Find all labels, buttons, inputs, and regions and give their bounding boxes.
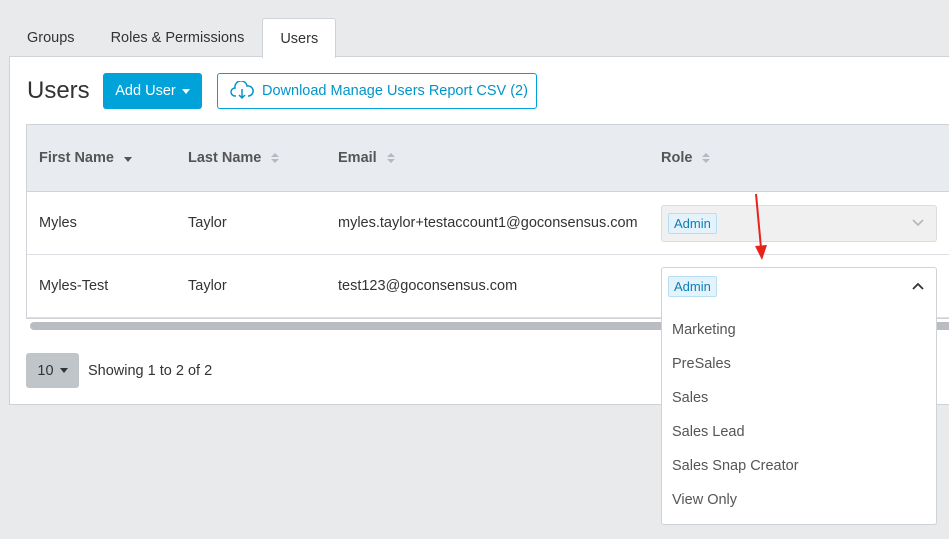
- sort-icon: [702, 153, 711, 163]
- cell-first-name: Myles: [39, 215, 77, 231]
- caret-down-icon: [181, 88, 190, 94]
- role-option-marketing[interactable]: Marketing: [662, 313, 936, 347]
- column-header-label: Last Name: [188, 150, 262, 166]
- column-header-email[interactable]: Email: [338, 150, 395, 166]
- download-report-button[interactable]: Download Manage Users Report CSV (2): [217, 73, 537, 109]
- cell-last-name: Taylor: [188, 215, 227, 231]
- caret-down-icon: [59, 368, 68, 373]
- cell-first-name: Myles-Test: [39, 278, 109, 294]
- annotation-arrow-icon: [755, 193, 767, 260]
- role-option-presales[interactable]: PreSales: [662, 347, 936, 381]
- cloud-download-icon: [230, 81, 254, 100]
- role-dropdown-menu: Marketing PreSales Sales Sales Lead Sale…: [661, 304, 937, 525]
- chevron-up-icon: [912, 282, 924, 290]
- add-user-label: Add User: [115, 83, 176, 99]
- column-header-label: Role: [661, 150, 693, 166]
- page-size-label: 10: [37, 362, 54, 379]
- role-option-sales-lead[interactable]: Sales Lead: [662, 415, 936, 449]
- sort-icon: [386, 153, 395, 163]
- sort-icon: [271, 153, 280, 163]
- role-select-disabled: Admin: [661, 204, 937, 242]
- tab-roles-permissions[interactable]: Roles & Permissions: [93, 18, 263, 57]
- sort-desc-icon: [123, 157, 132, 162]
- page-title: Users: [27, 77, 90, 104]
- role-badge: Admin: [668, 212, 717, 234]
- add-user-button[interactable]: Add User: [103, 73, 202, 109]
- column-header-first-name[interactable]: First Name: [39, 150, 132, 166]
- role-badge: Admin: [668, 275, 717, 297]
- chevron-down-icon: [912, 219, 924, 227]
- column-header-role[interactable]: Role: [661, 150, 711, 166]
- pagination-info: Showing 1 to 2 of 2: [88, 363, 213, 379]
- download-report-label: Download Manage Users Report CSV (2): [262, 83, 528, 99]
- column-header-label: Email: [338, 150, 377, 166]
- cell-last-name: Taylor: [188, 278, 227, 294]
- tab-bar: Groups Roles & Permissions Users: [9, 18, 337, 58]
- cell-email: myles.taylor+testaccount1@goconsensus.co…: [338, 215, 638, 231]
- column-header-label: First Name: [39, 150, 114, 166]
- table-header: First Name Last Name Email Role: [27, 125, 949, 192]
- column-header-last-name[interactable]: Last Name: [188, 150, 280, 166]
- cell-email: test123@goconsensus.com: [338, 278, 518, 294]
- tab-users[interactable]: Users: [262, 18, 337, 58]
- role-option-view-only[interactable]: View Only: [662, 483, 936, 517]
- role-option-sales[interactable]: Sales: [662, 381, 936, 415]
- page-size-button[interactable]: 10: [26, 353, 79, 388]
- role-select[interactable]: Admin: [661, 267, 937, 305]
- role-option-sales-snap-creator[interactable]: Sales Snap Creator: [662, 449, 936, 483]
- table-row: Myles Taylor myles.taylor+testaccount1@g…: [27, 192, 949, 255]
- tab-groups[interactable]: Groups: [9, 18, 93, 57]
